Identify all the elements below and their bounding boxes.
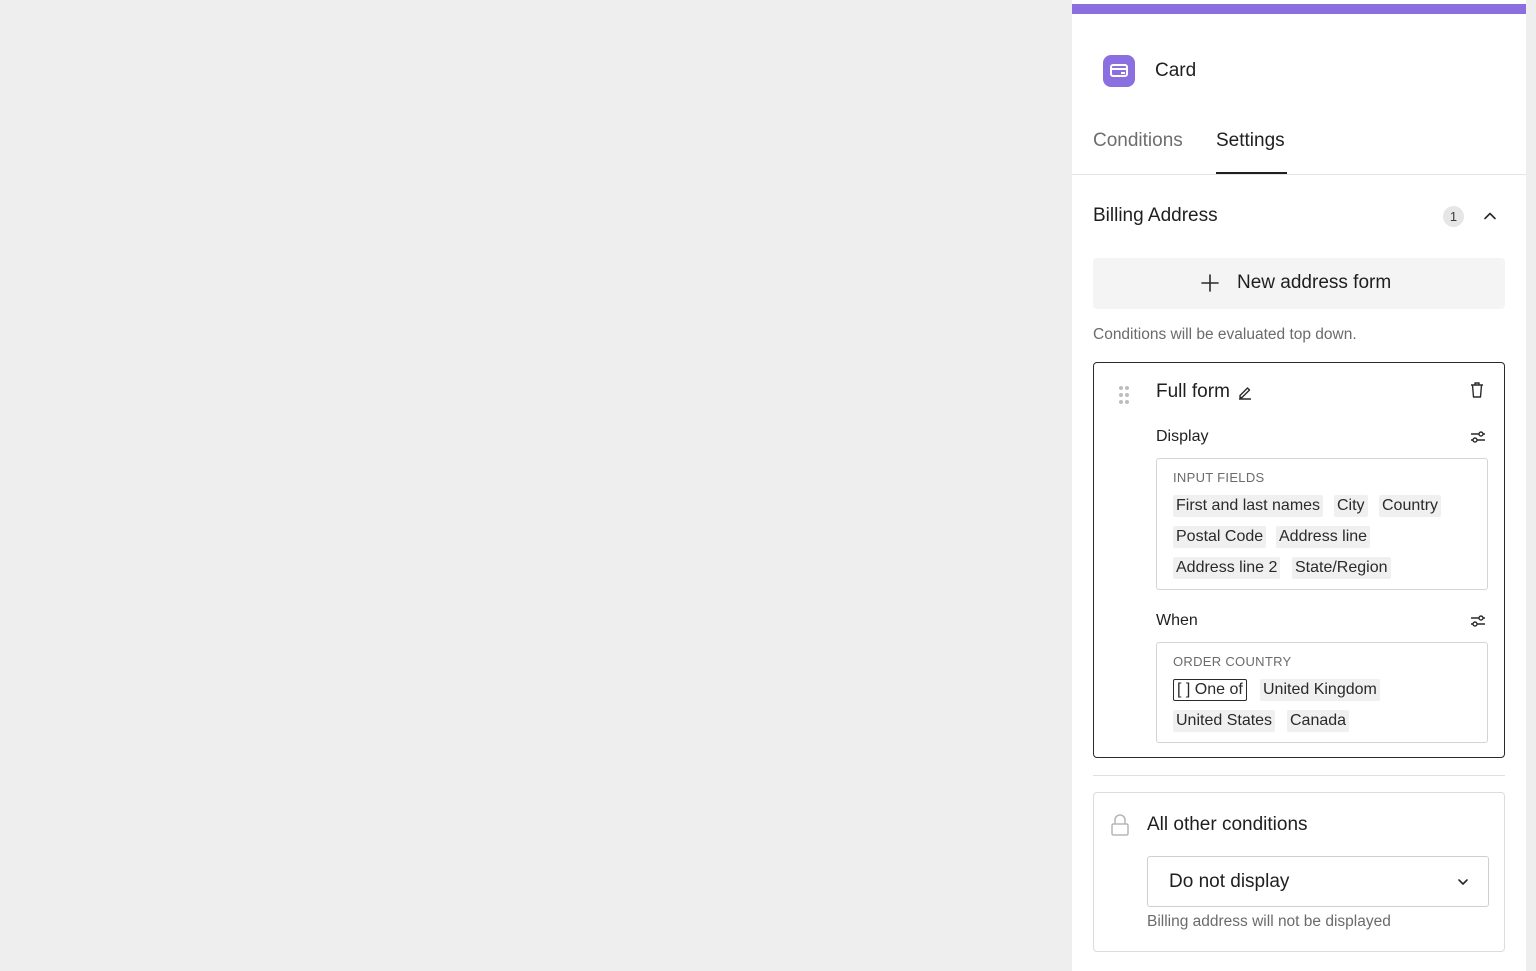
when-label: When [1156, 612, 1198, 629]
other-conditions-help: Billing address will not be displayed [1147, 913, 1391, 930]
input-fields-heading: INPUT FIELDS [1173, 470, 1265, 485]
accent-bar [1072, 4, 1526, 14]
rule-name: Full form [1156, 381, 1230, 402]
other-conditions-title: All other conditions [1147, 814, 1308, 835]
plus-icon [1200, 273, 1220, 293]
evaluation-hint: Conditions will be evaluated top down. [1093, 326, 1357, 343]
field-chip: Postal Code [1173, 526, 1267, 548]
tabs-divider [1072, 174, 1526, 175]
display-select[interactable]: Do not display [1147, 856, 1489, 907]
count-badge: 1 [1443, 206, 1464, 227]
tab-conditions[interactable]: Conditions [1093, 130, 1183, 152]
other-conditions-card: All other conditions Do not display Bill… [1093, 792, 1505, 952]
operator-chip: [ ] One of [1173, 679, 1247, 701]
field-chip: Address line 2 [1173, 557, 1281, 579]
input-fields-box[interactable]: INPUT FIELDS First and last names City C… [1156, 458, 1488, 590]
panel-title: Card [1155, 60, 1197, 81]
order-country-box[interactable]: ORDER COUNTRY [ ] One of United Kingdom … [1156, 642, 1488, 743]
chevron-down-icon [1456, 875, 1470, 889]
chevron-up-icon[interactable] [1480, 206, 1500, 226]
display-label: Display [1156, 428, 1209, 445]
field-chip: City [1334, 495, 1368, 517]
trash-icon[interactable] [1469, 381, 1485, 399]
new-address-form-button[interactable]: New address form [1093, 258, 1505, 309]
tab-settings[interactable]: Settings [1216, 130, 1285, 152]
settings-panel: Card Conditions Settings Billing Address… [1072, 0, 1526, 971]
lock-icon [1110, 813, 1130, 837]
field-chip: State/Region [1292, 557, 1391, 579]
section-divider [1093, 775, 1505, 776]
section-title: Billing Address [1093, 205, 1218, 226]
country-chip: Canada [1287, 710, 1350, 732]
country-chip: United States [1173, 710, 1276, 732]
order-country-heading: ORDER COUNTRY [1173, 654, 1292, 669]
pencil-icon[interactable] [1237, 384, 1253, 400]
rule-card: Full form Display INPUT FIELDS First and… [1093, 362, 1505, 758]
card-icon [1103, 55, 1135, 87]
adjust-icon[interactable] [1469, 430, 1487, 444]
display-select-value: Do not display [1169, 871, 1290, 892]
field-chip: Country [1379, 495, 1442, 517]
field-chip: Address line [1276, 526, 1371, 548]
new-address-form-label: New address form [1237, 272, 1392, 293]
country-chip: United Kingdom [1260, 679, 1380, 701]
field-chip: First and last names [1173, 495, 1324, 517]
adjust-icon[interactable] [1469, 614, 1487, 628]
drag-handle-icon[interactable] [1118, 385, 1130, 405]
